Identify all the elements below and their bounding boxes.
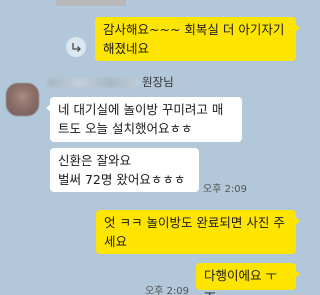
- my-message-bubble[interactable]: 감사해요~~~ 회복실 더 아기자기 해졌네요: [95, 17, 300, 61]
- their-message-bubble[interactable]: 신환은 잘와요 벌써 72명 왔어요ㅎㅎㅎ: [50, 148, 199, 192]
- chat-window: 감사해요~~~ 회복실 더 아기자기 해졌네요 원장님 네 대기실에 놀이방 꾸…: [0, 0, 305, 295]
- my-message-bubble[interactable]: 다행이에요 ㅜ ㅜ: [196, 263, 300, 295]
- their-message-bubble[interactable]: 네 대기실에 놀이방 꾸미려고 매 트도 오늘 설치했어요ㅎㅎ: [46, 97, 242, 142]
- profile-avatar[interactable]: [6, 83, 39, 116]
- message-timestamp: 오후 2:09: [203, 184, 248, 195]
- previous-photo-message[interactable]: [56, 0, 126, 6]
- share-arrow-icon: [71, 42, 81, 52]
- my-message-bubble[interactable]: 엇 ㅋㅋ 놀이방도 완료되면 사진 주 세요: [96, 210, 300, 254]
- sender-name: 원장님: [48, 74, 174, 90]
- message-timestamp: 오후 2:09: [145, 286, 190, 295]
- share-forward-icon[interactable]: [66, 37, 86, 57]
- sender-title: 원장님: [142, 75, 174, 89]
- sender-name-blurred: [48, 77, 140, 87]
